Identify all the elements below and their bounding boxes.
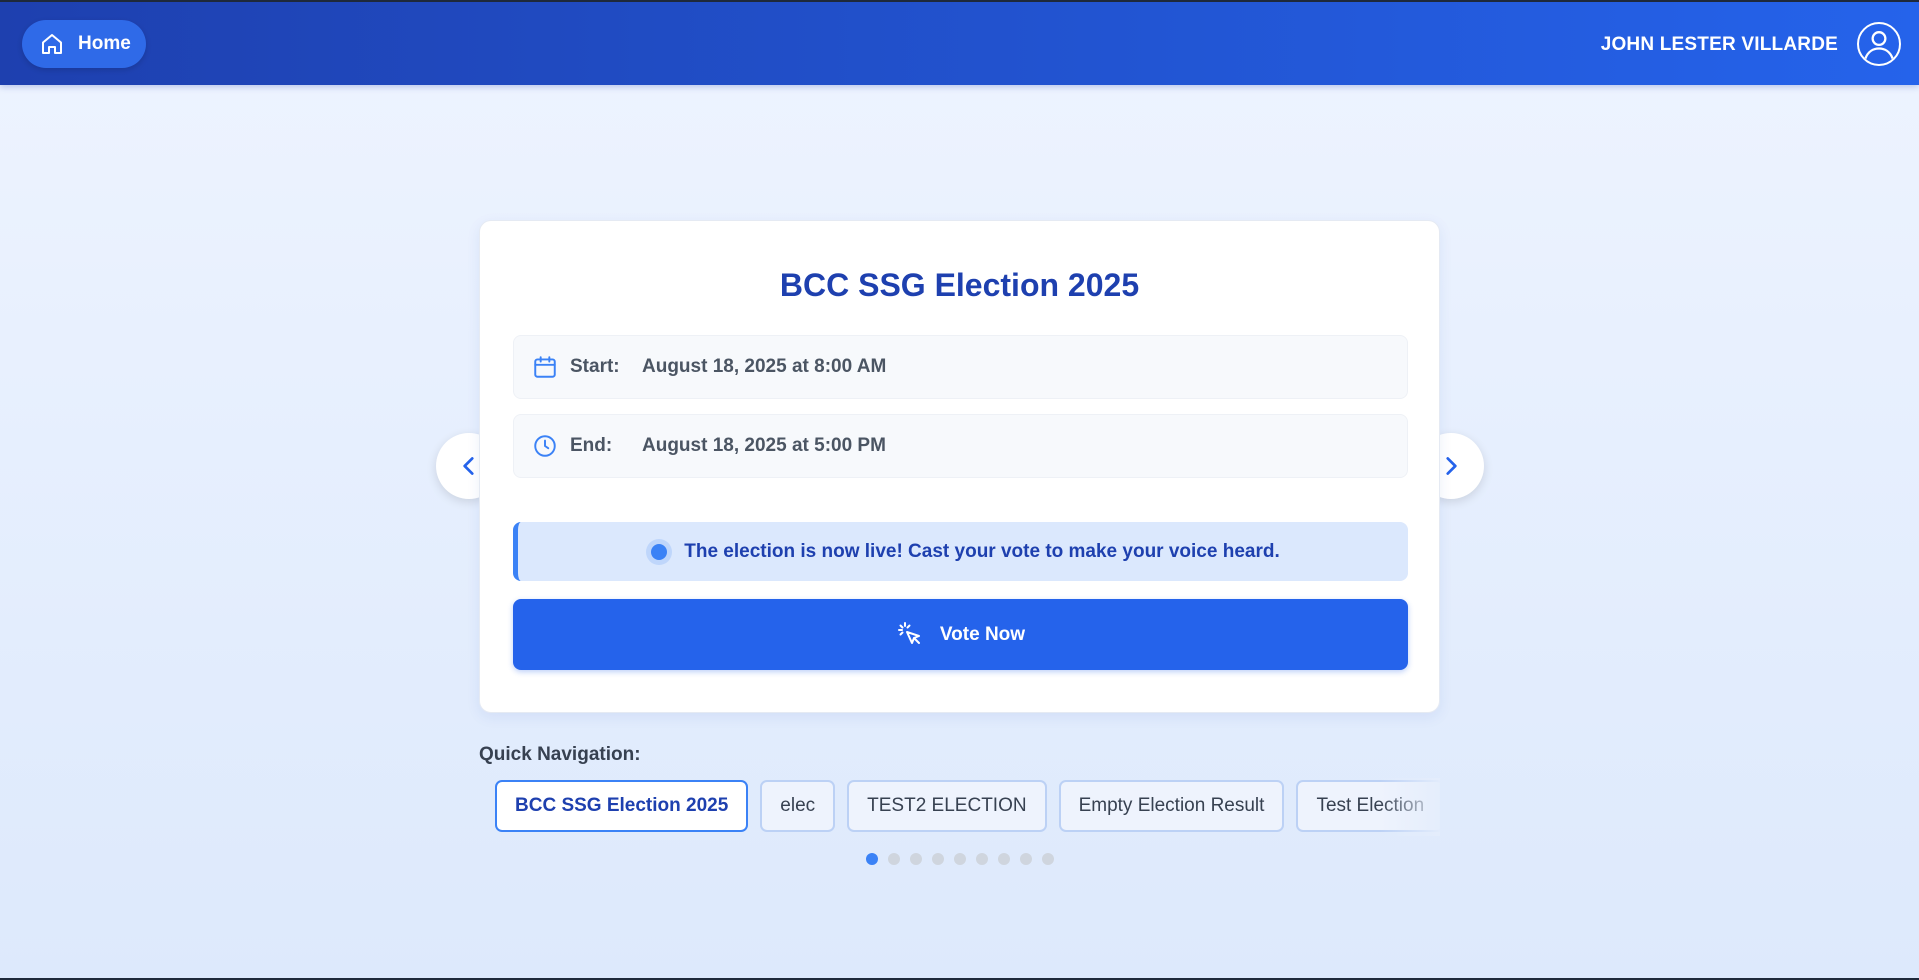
quick-nav-chip[interactable]: BCC SSG Election 2025	[495, 780, 749, 832]
end-label: End:	[570, 435, 613, 456]
start-time-row: Start: August 18, 2025 at 8:00 AM	[513, 335, 1408, 399]
pointer-click-icon	[897, 621, 920, 644]
end-value: August 18, 2025 at 5:00 PM	[642, 435, 886, 456]
vote-now-label: Vote Now	[939, 623, 1026, 645]
user-name: JOHN LESTER VILLARDE	[1600, 34, 1838, 55]
live-status-message: The election is now live! Cast your vote…	[684, 540, 1280, 562]
live-indicator-icon	[646, 538, 673, 565]
vote-now-button[interactable]: Vote Now	[513, 599, 1408, 670]
quick-nav-chip[interactable]: Test Election	[1296, 780, 1440, 832]
pagination-dots	[866, 853, 1054, 865]
pagination-dot[interactable]	[1020, 853, 1032, 865]
pagination-dot[interactable]	[932, 853, 944, 865]
calendar-icon	[534, 356, 556, 378]
live-status-banner: The election is now live! Cast your vote…	[513, 522, 1408, 581]
election-card: BCC SSG Election 2025 Start: August 18, …	[479, 220, 1440, 713]
user-circle-icon	[1864, 31, 1894, 59]
quick-nav-chip[interactable]: Empty Election Result	[1058, 780, 1285, 832]
home-icon	[42, 34, 62, 54]
quick-navigation-title: Quick Navigation:	[479, 744, 641, 765]
pagination-dot[interactable]	[1042, 853, 1054, 865]
start-label: Start:	[570, 356, 620, 377]
start-value: August 18, 2025 at 8:00 AM	[642, 356, 887, 377]
election-title: BCC SSG Election 2025	[779, 267, 1140, 303]
top-navbar: Home JOHN LESTER VILLARDE	[0, 0, 1919, 85]
pagination-dot[interactable]	[910, 853, 922, 865]
pagination-dot[interactable]	[954, 853, 966, 865]
pagination-dot[interactable]	[866, 853, 878, 865]
pagination-dot[interactable]	[888, 853, 900, 865]
home-button-label: Home	[78, 33, 131, 54]
quick-navigation-strip[interactable]: BCC SSG Election 2025 elec TEST2 ELECTION E…	[479, 778, 1440, 836]
user-avatar[interactable]	[1857, 22, 1901, 66]
pagination-dot[interactable]	[976, 853, 988, 865]
pagination-dot[interactable]	[998, 853, 1010, 865]
quick-nav-chip[interactable]: elec	[760, 780, 836, 832]
chevron-right-icon	[1446, 457, 1457, 475]
home-button[interactable]: Home	[22, 20, 146, 68]
end-time-row: End: August 18, 2025 at 5:00 PM	[513, 414, 1408, 478]
clock-icon	[534, 435, 556, 457]
quick-nav-chip[interactable]: TEST2 ELECTION	[847, 780, 1047, 832]
